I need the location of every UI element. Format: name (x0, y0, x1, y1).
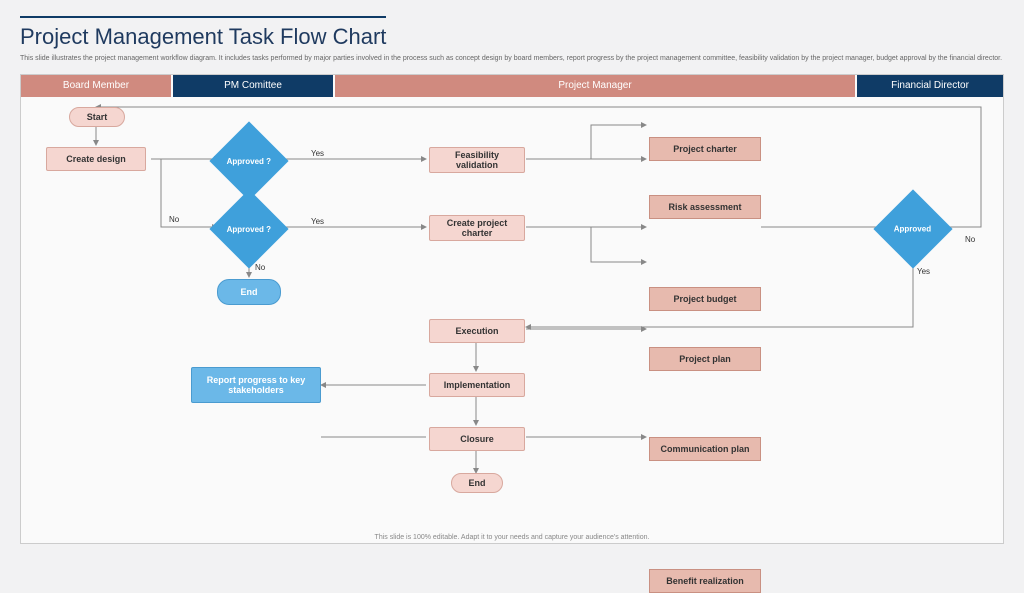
node-approved-3: Approved (885, 201, 941, 257)
node-budget: Project budget (649, 287, 761, 311)
label-yes-3: Yes (917, 267, 930, 276)
node-implementation: Implementation (429, 373, 525, 397)
node-start: Start (69, 107, 125, 127)
header-board: Board Member (21, 75, 171, 97)
node-closure: Closure (429, 427, 525, 451)
header-financial: Financial Director (857, 75, 1003, 97)
node-charter: Create project charter (429, 215, 525, 241)
label-no-2: No (255, 263, 265, 272)
node-end-2: End (451, 473, 503, 493)
node-approved-1: Approved ? (221, 133, 277, 189)
node-benefit: Benefit realization (649, 569, 761, 593)
node-execution: Execution (429, 319, 525, 343)
label-yes-1: Yes (311, 149, 324, 158)
node-report: Report progress to key stakeholders (191, 367, 321, 403)
header-manager: Project Manager (335, 75, 855, 97)
node-proj-charter: Project charter (649, 137, 761, 161)
node-approved-2: Approved ? (221, 201, 277, 257)
header-pm: PM Comittee (173, 75, 333, 97)
node-comm: Communication plan (649, 437, 761, 461)
page-title: Project Management Task Flow Chart (20, 24, 386, 50)
page-subtitle: This slide illustrates the project manag… (20, 54, 1004, 64)
node-plan: Project plan (649, 347, 761, 371)
flowchart: Board Member PM Comittee Project Manager… (20, 74, 1004, 544)
label-no-3: No (965, 235, 975, 244)
label-yes-2: Yes (311, 217, 324, 226)
node-risk: Risk assessment (649, 195, 761, 219)
swimlane-headers: Board Member PM Comittee Project Manager… (21, 75, 1003, 97)
node-end-1: End (217, 279, 281, 305)
label-no-1: No (169, 215, 179, 224)
node-feasibility: Feasibility validation (429, 147, 525, 173)
node-create-design: Create design (46, 147, 146, 171)
footer-text: This slide is 100% editable. Adapt it to… (21, 534, 1003, 541)
